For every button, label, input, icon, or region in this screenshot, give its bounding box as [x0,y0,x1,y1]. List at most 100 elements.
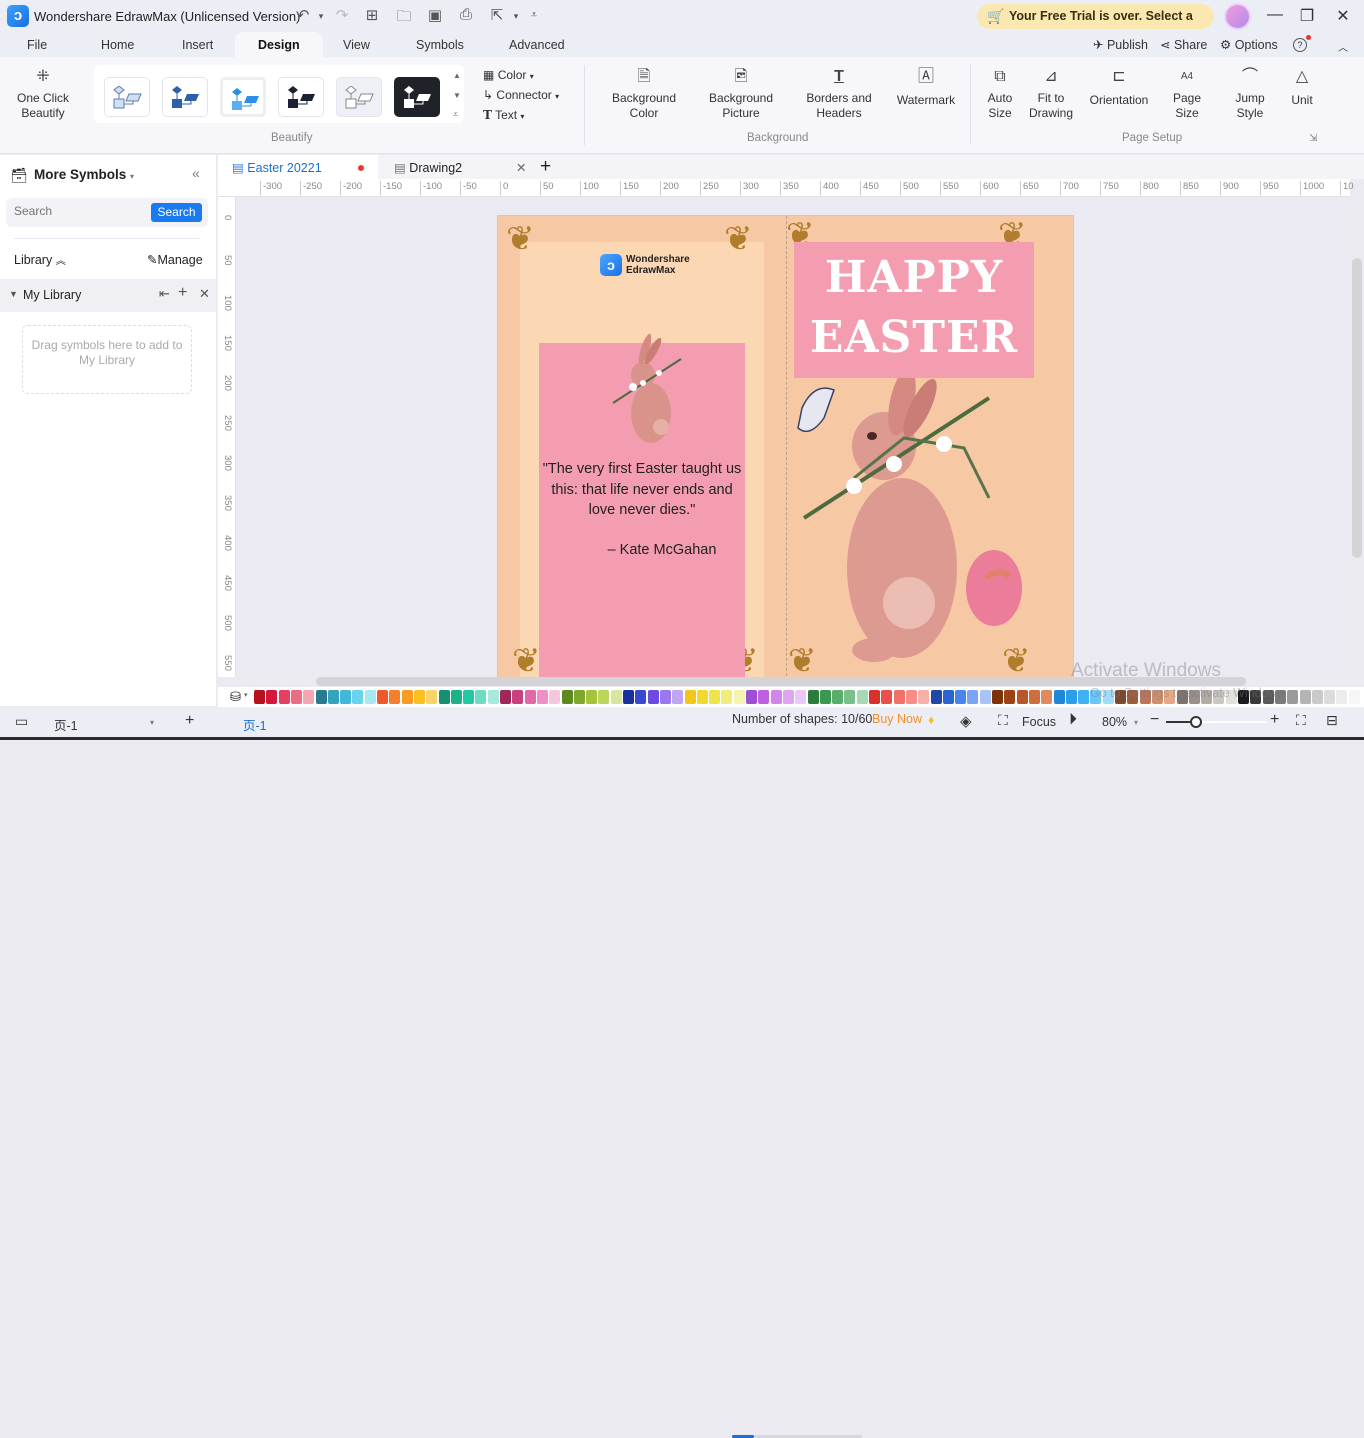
color-swatch[interactable] [1016,690,1028,704]
more-symbols-button[interactable]: More Symbols ▾ [34,167,134,182]
color-swatch[interactable] [967,690,979,704]
focus-icon[interactable]: ⛶ [998,712,1008,729]
color-swatch[interactable] [524,690,536,704]
background-color-button[interactable]: 🗎 Background Color [604,67,684,121]
color-swatch[interactable] [832,690,844,704]
add-icon[interactable]: + [178,284,187,302]
vertical-scrollbar[interactable] [1352,258,1362,558]
color-swatch[interactable] [1004,690,1016,704]
library-toggle[interactable]: Library ︽ [14,252,66,267]
zoom-slider-handle[interactable] [1190,716,1202,728]
color-swatch[interactable] [647,690,659,704]
tab-symbols[interactable]: Symbols [416,38,464,52]
color-swatch[interactable] [340,690,352,704]
save-icon[interactable]: ▣ [425,6,445,24]
page-tab[interactable]: 页-1 [243,715,267,734]
color-swatch[interactable] [610,690,622,704]
beautify-style-4[interactable] [278,77,324,117]
fit-to-drawing-button[interactable]: ⊿ Fit to Drawing [1028,67,1074,121]
color-swatch[interactable] [819,690,831,704]
tab-advanced[interactable]: Advanced [509,38,565,52]
beautify-style-6[interactable] [394,77,440,117]
library-drop-zone[interactable]: Drag symbols here to add to My Library [22,325,192,394]
quote-text[interactable]: "The very first Easter taught us this: t… [539,459,745,521]
color-swatch[interactable] [278,690,290,704]
color-swatch[interactable] [500,690,511,704]
free-trial-banner[interactable]: 🛒 Your Free Trial is over. Select a Plan [977,4,1214,48]
color-swatch[interactable] [782,690,794,704]
connector-option-button[interactable]: ↳ Connector ▾ [483,88,559,102]
horizontal-scrollbar[interactable] [316,677,1246,686]
color-swatch[interactable] [1348,690,1360,704]
gallery-scroll-up-icon[interactable]: ▲ [453,71,461,80]
color-swatch[interactable] [979,690,991,704]
quote-author[interactable]: – Kate McGahan [539,542,745,558]
color-swatch[interactable] [266,690,278,704]
publish-button[interactable]: ✈ Publish [1093,37,1148,52]
color-swatch[interactable] [364,690,376,704]
color-swatch[interactable] [389,690,401,704]
color-swatch[interactable] [377,690,388,704]
watermark-button[interactable]: 🄰 Watermark [893,67,959,108]
color-swatch[interactable] [721,690,733,704]
zoom-level[interactable]: 80% [1102,715,1127,729]
beautify-style-2[interactable] [162,77,208,117]
tab-design[interactable]: Design [235,32,323,57]
color-swatch[interactable] [844,690,856,704]
color-swatch[interactable] [352,690,364,704]
color-swatch[interactable] [635,690,647,704]
user-avatar[interactable] [1224,3,1251,30]
color-swatch[interactable] [942,690,954,704]
color-swatch[interactable] [659,690,671,704]
close-icon[interactable]: ✕ [1333,6,1353,26]
color-swatch[interactable] [746,690,757,704]
color-option-button[interactable]: ▦ Color ▾ [483,68,534,82]
tab-view[interactable]: View [343,38,370,52]
new-tab-icon[interactable]: + [540,155,551,179]
fill-bucket-icon[interactable]: ⛁ [230,689,241,705]
play-presentation-icon[interactable]: ⏵ [1069,711,1077,729]
page-selector[interactable]: 页-1 [54,715,78,734]
unit-button[interactable]: △ Unit [1286,67,1318,108]
color-swatch[interactable] [684,690,696,704]
color-swatch[interactable] [290,690,302,704]
search-button[interactable]: Search [151,203,202,222]
tab-file[interactable]: File [27,38,47,52]
layers-icon[interactable]: ◈ [960,712,972,730]
color-swatch[interactable] [1336,690,1348,704]
add-page-icon[interactable]: + [185,712,194,730]
zoom-dropdown-icon[interactable]: ▾ [1134,718,1138,727]
quote-box[interactable]: "The very first Easter taught us this: t… [539,333,745,677]
page-size-button[interactable]: A4 Page Size [1168,67,1206,121]
color-swatch[interactable] [795,690,807,704]
color-swatch[interactable] [623,690,634,704]
fullscreen-icon[interactable]: ⛶ [1296,712,1306,729]
orientation-button[interactable]: ⊏ Orientation [1086,67,1152,108]
tab-insert[interactable]: Insert [182,38,213,52]
redo-icon[interactable]: ↷ [332,6,352,24]
color-swatch[interactable] [930,690,942,704]
new-icon[interactable]: ⊞ [362,6,382,24]
color-swatch[interactable] [1053,690,1065,704]
color-swatch[interactable] [1299,690,1311,704]
undo-icon[interactable]: ↶ [293,6,313,24]
color-swatch[interactable] [1041,690,1053,704]
beautify-style-5[interactable] [336,77,382,117]
color-swatch[interactable] [598,690,610,704]
customize-quick-access-icon[interactable]: ⩡ [524,9,544,22]
color-swatch[interactable] [303,690,315,704]
my-library-row[interactable]: ▼ My Library ⇤ + ✕ [0,279,216,312]
zoom-in-icon[interactable]: + [1270,711,1279,729]
fit-width-icon[interactable]: ⊟ [1326,712,1338,729]
gallery-expand-icon[interactable]: ⩡ [453,109,458,120]
auto-size-button[interactable]: ⧉ Auto Size [984,67,1016,121]
color-swatch[interactable] [438,690,450,704]
manage-button[interactable]: ✎Manage [147,252,203,267]
doc-tab-drawing2[interactable]: ▤ Drawing2 ✕ [380,155,535,179]
symbol-search-input[interactable] [14,204,144,218]
page-selector-dropdown-icon[interactable]: ▾ [150,718,154,727]
color-swatch[interactable] [426,690,438,704]
color-swatch[interactable] [758,690,770,704]
color-swatch[interactable] [475,690,487,704]
background-picture-button[interactable]: 🖻 Background Picture [701,67,781,121]
